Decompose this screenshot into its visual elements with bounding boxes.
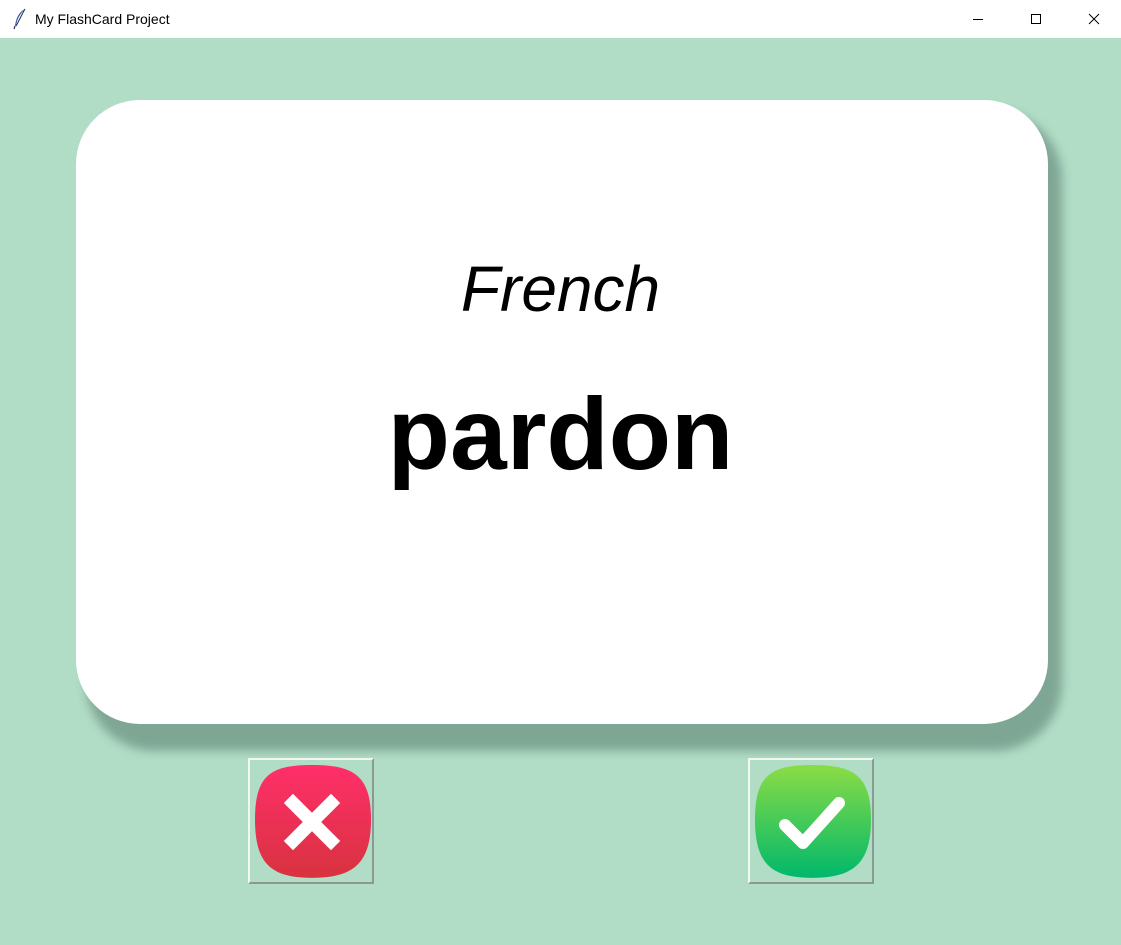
window-title: My FlashCard Project [35,11,170,27]
title-bar: My FlashCard Project [0,0,1121,38]
maximize-button[interactable] [1007,0,1065,38]
maximize-icon [1031,14,1041,24]
feather-icon [12,8,28,30]
app-canvas: French pardon [0,38,1121,945]
checkmark-icon [755,764,871,878]
minimize-button[interactable] [949,0,1007,38]
card-word: pardon [387,377,734,491]
minimize-icon [973,19,983,20]
app-window: My FlashCard Project French pardon [0,0,1121,945]
card-language-label: French [460,253,661,325]
close-button[interactable] [1065,0,1121,38]
right-button[interactable] [748,758,874,884]
wrong-button[interactable] [248,758,374,884]
close-icon [1088,13,1100,25]
x-icon [255,764,371,878]
